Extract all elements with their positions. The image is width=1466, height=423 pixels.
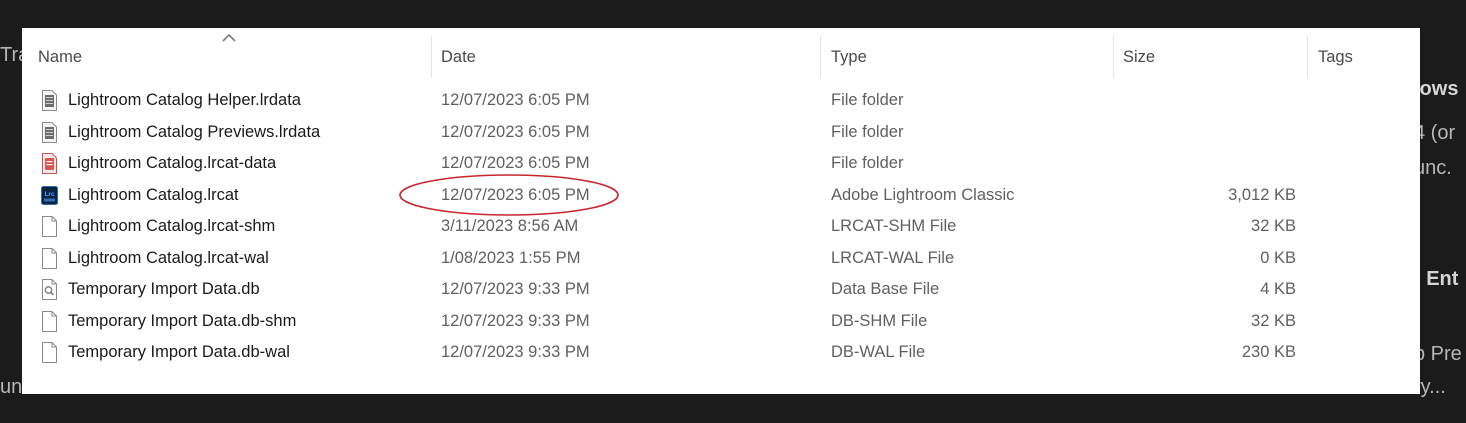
file-name: Lightroom Catalog.lrcat-wal [68, 248, 269, 267]
file-type: DB-WAL File [831, 343, 926, 361]
file-type: File folder [831, 122, 904, 141]
bg-fragment-right-2: 4 (or [1414, 122, 1456, 144]
svg-text:Lrc: Lrc [44, 191, 55, 198]
column-header-name[interactable]: Name [38, 48, 82, 67]
file-row[interactable]: Lightroom Catalog.lrcat-shm 3/11/2023 8:… [22, 211, 1420, 243]
column-divider[interactable] [820, 36, 821, 78]
column-header-row: Name Date Type Size Tags [22, 28, 1420, 90]
lightroom-classic-icon: Lrc [41, 185, 58, 205]
file-type: LRCAT-SHM File [831, 217, 957, 235]
file-row[interactable]: Lightroom Catalog Helper.lrdata 12/07/20… [22, 85, 1420, 117]
file-list: Lightroom Catalog Helper.lrdata 12/07/20… [22, 85, 1420, 369]
bg-fragment-right-1: lows [1414, 78, 1459, 100]
file-date: 12/07/2023 9:33 PM [441, 311, 590, 330]
file-size: 32 KB [1251, 217, 1296, 235]
file-name: Lightroom Catalog.lrcat-shm [68, 217, 276, 235]
file-row[interactable]: Lightroom Catalog.lrcat-wal 1/08/2023 1:… [22, 243, 1420, 275]
file-row[interactable]: Temporary Import Data.db 12/07/2023 9:33… [22, 274, 1420, 306]
file-date: 3/11/2023 8:56 AM [441, 217, 579, 235]
file-name: Temporary Import Data.db-shm [68, 311, 297, 330]
file-type: LRCAT-WAL File [831, 248, 955, 267]
file-type: Data Base File [831, 280, 940, 298]
file-date: 1/08/2023 1:55 PM [441, 248, 581, 267]
lrdata-file-icon [42, 121, 57, 143]
database-file-icon [42, 279, 57, 300]
column-divider[interactable] [431, 36, 432, 78]
column-header-date[interactable]: Date [441, 48, 476, 67]
file-date: 12/07/2023 9:33 PM [441, 280, 590, 298]
file-name: Lightroom Catalog.lrcat [68, 185, 239, 204]
file-size: 4 KB [1260, 280, 1296, 298]
file-date: 12/07/2023 6:05 PM [441, 185, 590, 204]
file-type: File folder [831, 91, 904, 109]
column-divider[interactable] [1307, 36, 1308, 78]
lrdata-file-icon [42, 90, 57, 111]
column-header-type[interactable]: Type [831, 48, 867, 67]
file-type: DB-SHM File [831, 311, 928, 330]
file-list-panel: Name Date Type Size Tags Lightroom Catal… [22, 28, 1420, 394]
bg-fragment-right-4: : Ent [1414, 268, 1459, 290]
file-date: 12/07/2023 6:05 PM [441, 154, 590, 172]
file-size: 3,012 KB [1228, 185, 1296, 204]
file-date: 12/07/2023 9:33 PM [441, 343, 590, 361]
file-size: 230 KB [1241, 343, 1296, 361]
chevron-up-icon[interactable] [222, 33, 236, 43]
file-row[interactable]: Lightroom Catalog Previews.lrdata 12/07/… [22, 117, 1420, 149]
blank-file-icon [42, 342, 57, 363]
file-name: Temporary Import Data.db-wal [68, 343, 290, 361]
bg-fragment-right-5: b Pre [1414, 343, 1462, 365]
file-date: 12/07/2023 6:05 PM [441, 122, 590, 141]
blank-file-icon [42, 310, 57, 332]
file-row[interactable]: Lrc Lightroom Catalog.lrcat 12/07/2023 6… [22, 180, 1420, 212]
file-size: 32 KB [1251, 311, 1296, 330]
file-row[interactable]: Temporary Import Data.db-wal 12/07/2023 … [22, 337, 1420, 369]
file-name: Lightroom Catalog Helper.lrdata [68, 91, 301, 109]
blank-file-icon [42, 216, 57, 237]
file-type: File folder [831, 154, 904, 172]
blank-file-icon [42, 247, 57, 269]
file-row[interactable]: Lightroom Catalog.lrcat-data 12/07/2023 … [22, 148, 1420, 180]
lrcat-data-file-icon [42, 153, 57, 174]
column-divider[interactable] [1113, 36, 1114, 78]
file-row[interactable]: Temporary Import Data.db-shm 12/07/2023 … [22, 306, 1420, 338]
file-name: Lightroom Catalog.lrcat-data [68, 154, 277, 172]
column-header-tags[interactable]: Tags [1318, 48, 1353, 67]
file-size: 0 KB [1260, 248, 1296, 267]
file-type: Adobe Lightroom Classic [831, 185, 1015, 204]
file-date: 12/07/2023 6:05 PM [441, 91, 590, 109]
file-name: Lightroom Catalog Previews.lrdata [68, 122, 321, 141]
file-name: Temporary Import Data.db [68, 280, 260, 298]
column-header-size[interactable]: Size [1123, 48, 1155, 67]
